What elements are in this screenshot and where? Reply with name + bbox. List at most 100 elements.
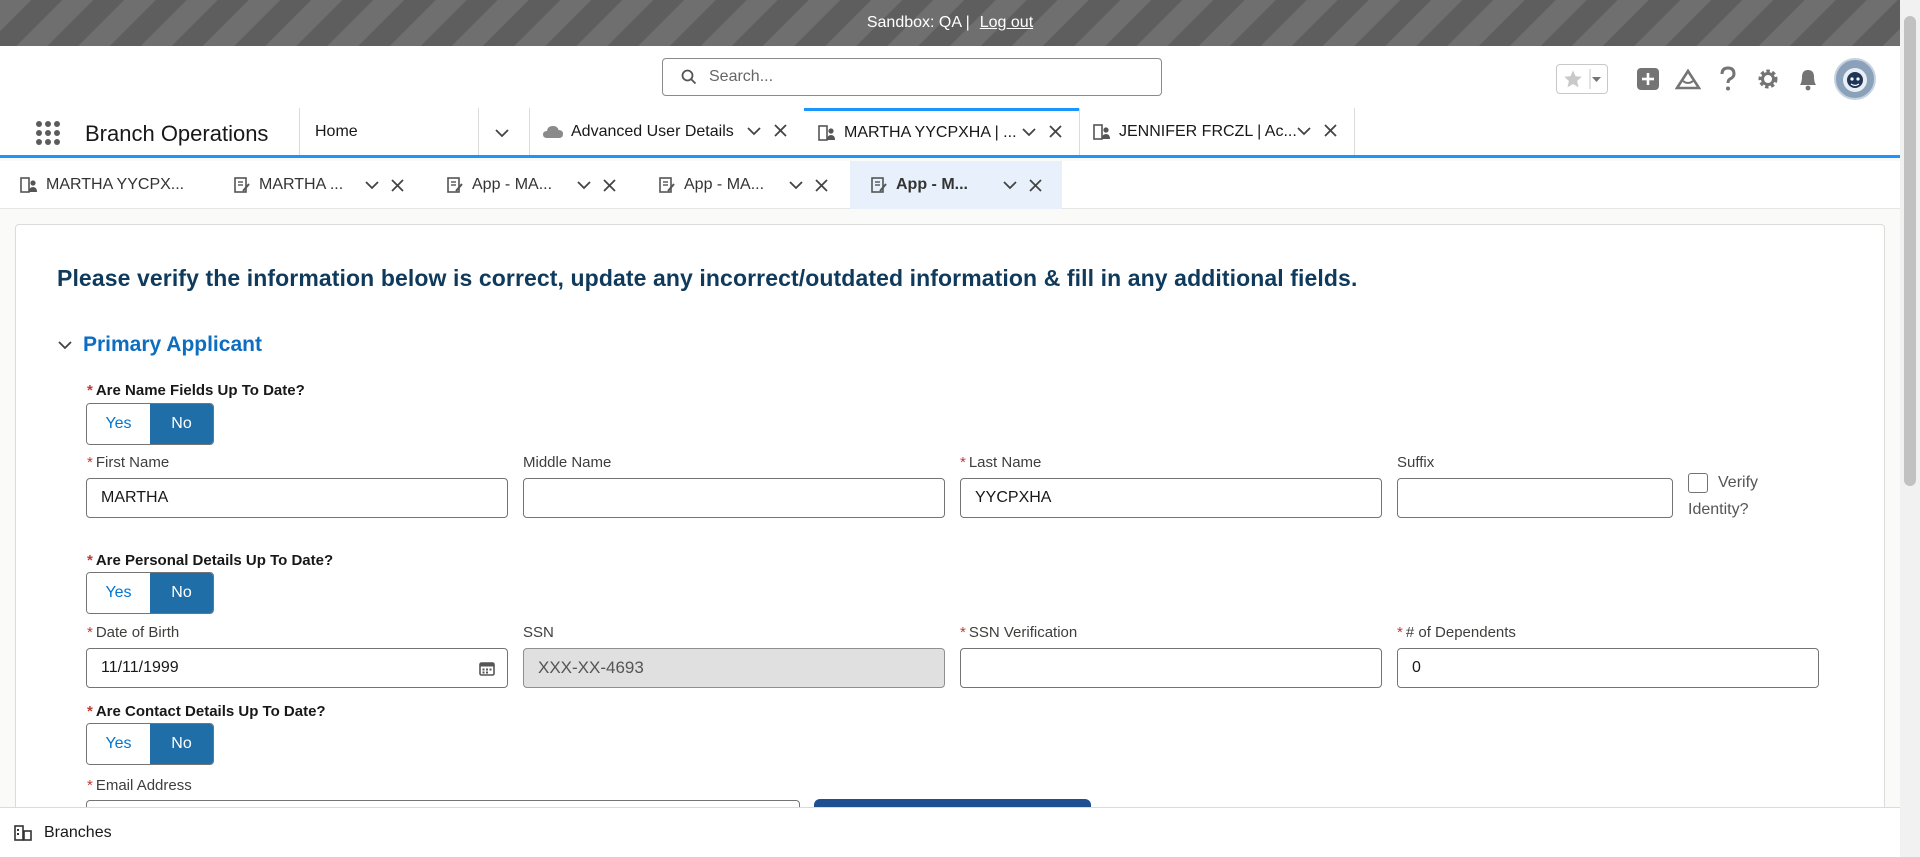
subtab-martha-account[interactable]: MARTHA YYCPX... [20,161,220,209]
cloud-icon [543,125,563,138]
global-header: Search... [0,46,1900,108]
app-navigation-bar: Branch Operations Home Advanced User Det… [0,108,1900,158]
tab-label: MARTHA YYCPXHA | ... [844,124,1017,141]
section-primary-applicant[interactable]: Primary Applicant [57,333,262,357]
person-account-icon [1093,123,1110,140]
close-icon[interactable] [1049,125,1062,138]
date-of-birth-field[interactable]: 11/11/1999 [86,648,508,688]
last-name-label: * Last Name [960,454,1042,471]
yes-button[interactable]: Yes [87,724,150,764]
global-actions-plus-icon[interactable] [1628,67,1668,91]
tab-jennifer-account[interactable]: JENNIFER FRCZL | Ac... [1079,108,1354,155]
app-name: Branch Operations [85,121,269,146]
chevron-down-icon[interactable] [1022,127,1036,137]
middle-name-label: Middle Name [523,454,612,471]
subtab-label: MARTHA YYCPX... [46,176,185,193]
chevron-down-icon[interactable] [747,126,761,136]
close-icon[interactable] [1029,179,1042,192]
search-input[interactable]: Search... [662,58,1162,96]
subtab-bar: MARTHA YYCPX... MARTHA ... App - MA... A… [0,161,1900,209]
star-icon [1564,70,1582,88]
email-label: * Email Address [87,777,192,794]
subtab-app-active[interactable]: App - M... [850,161,1062,209]
chevron-down-icon[interactable] [577,180,591,190]
personal-details-toggle: Yes No [86,572,214,614]
contact-details-question: * Are Contact Details Up To Date? [87,703,326,720]
dependents-field[interactable]: 0 [1397,648,1819,688]
subtab-label: MARTHA ... [259,176,344,193]
tab-martha-account[interactable]: MARTHA YYCPXHA | ... [804,108,1079,155]
tab-advanced-user-details[interactable]: Advanced User Details [529,108,804,155]
sandbox-banner: Sandbox: QA | Log out [0,0,1900,46]
verification-form-card: Please verify the information below is c… [15,224,1885,824]
chevron-down-icon[interactable] [1297,126,1311,136]
setup-gear-icon[interactable] [1748,67,1788,91]
dob-label: * Date of Birth [87,624,180,641]
application-icon [871,177,887,193]
dependents-label: * # of Dependents [1397,624,1516,641]
first-name-label: * First Name [87,454,170,471]
favorites-button[interactable] [1556,64,1608,94]
chevron-down-icon [58,341,72,350]
ssn-label: SSN [523,624,554,641]
scrollbar-thumb[interactable] [1904,16,1916,486]
tab-label: JENNIFER FRCZL | Ac... [1119,122,1297,140]
close-icon[interactable] [815,179,828,192]
close-icon[interactable] [774,124,787,137]
close-icon[interactable] [1324,124,1337,137]
chevron-down-icon [1589,69,1601,89]
ssn-verification-label: * SSN Verification [960,624,1078,641]
subtab-app-1[interactable]: App - MA... [446,161,626,209]
subtab-martha-app[interactable]: MARTHA ... [233,161,413,209]
subtab-label: App - MA... [684,176,765,193]
nav-overflow-chevron-down-icon[interactable] [494,127,510,139]
utility-bar: Branches [0,807,1900,857]
subtab-app-2[interactable]: App - MA... [658,161,838,209]
app-launcher-icon[interactable] [35,120,61,151]
subtab-label: App - MA... [472,176,553,193]
application-icon [234,177,250,193]
chevron-down-icon[interactable] [789,180,803,190]
middle-name-field[interactable] [523,478,945,518]
ssn-field: XXX-XX-4693 [523,648,945,688]
astro-avatar-icon [1843,68,1867,92]
yes-button[interactable]: Yes [87,573,150,613]
page-scrollbar[interactable] [1900,0,1920,857]
name-fields-toggle: Yes No [86,403,214,445]
chevron-down-icon[interactable] [365,180,379,190]
help-icon[interactable] [1708,66,1748,92]
application-icon [659,177,675,193]
close-icon[interactable] [391,179,404,192]
close-icon[interactable] [603,179,616,192]
name-fields-question: * Are Name Fields Up To Date? [87,382,305,399]
yes-button[interactable]: Yes [87,404,150,444]
sandbox-label: Sandbox: QA | [866,14,970,31]
trailhead-icon[interactable] [1668,68,1708,90]
contact-details-toggle: Yes No [86,723,214,765]
branches-icon [14,824,32,841]
personal-details-question: * Are Personal Details Up To Date? [87,552,334,569]
notifications-bell-icon[interactable] [1788,67,1828,91]
subtab-label: App - M... [896,176,968,193]
ssn-verification-field[interactable] [960,648,1382,688]
search-placeholder: Search... [709,68,774,85]
suffix-field[interactable] [1397,478,1673,518]
tab-label: Advanced User Details [571,122,734,140]
no-button[interactable]: No [150,724,213,764]
logout-link[interactable]: Log out [980,14,1033,32]
no-button[interactable]: No [150,404,213,444]
first-name-field[interactable]: MARTHA [86,478,508,518]
application-icon [447,177,463,193]
person-account-icon [20,177,37,193]
chevron-down-icon[interactable] [1003,180,1017,190]
no-button[interactable]: No [150,573,213,613]
calendar-icon[interactable] [479,660,495,676]
dob-value: 11/11/1999 [101,659,179,676]
page-title: Please verify the information below is c… [57,265,1358,291]
nav-home-tab[interactable]: Home [315,123,358,141]
verify-identity-label: Verify Identity? [1688,474,1759,518]
last-name-field[interactable]: YYCPXHA [960,478,1382,518]
user-avatar[interactable] [1834,58,1876,100]
utility-branches[interactable]: Branches [44,824,112,842]
suffix-label: Suffix [1397,454,1435,471]
